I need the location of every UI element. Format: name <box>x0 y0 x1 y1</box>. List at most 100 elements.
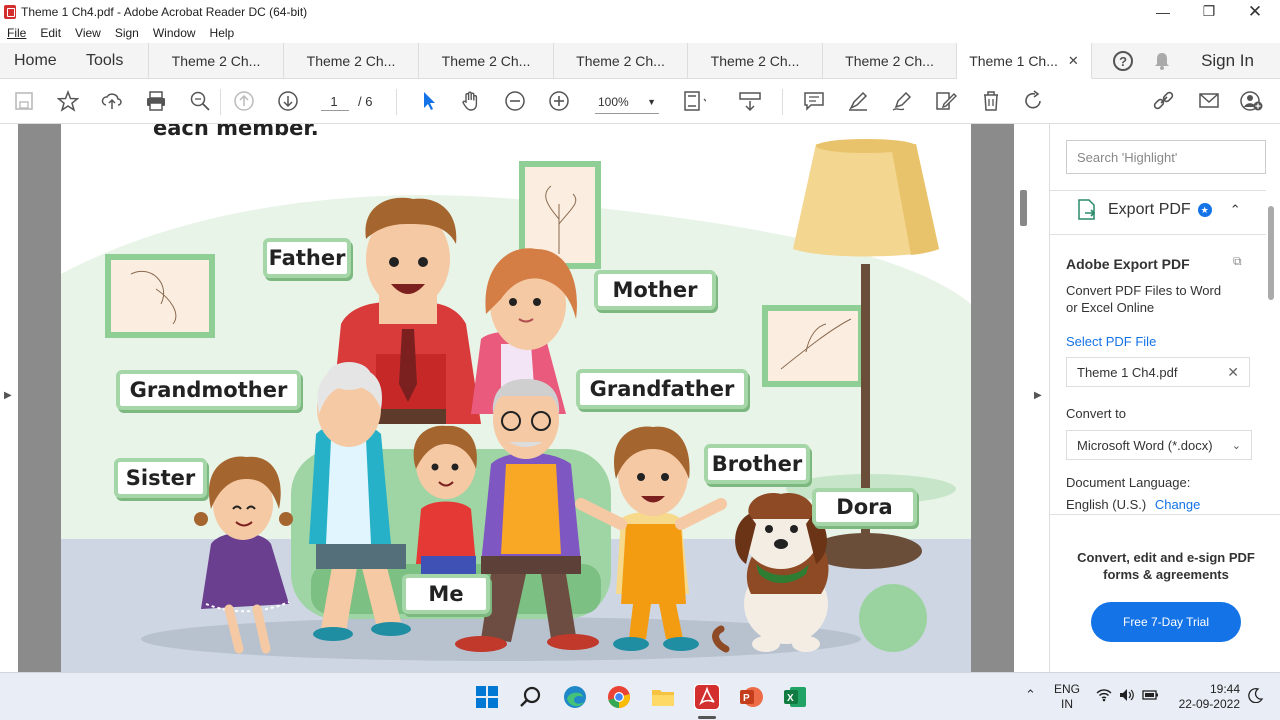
notification-bell-icon[interactable] <box>1153 51 1171 71</box>
show-hidden-icons-chevron-icon[interactable]: ⌃ <box>1025 687 1036 703</box>
rotate-icon[interactable] <box>1022 89 1046 113</box>
battery-icon[interactable] <box>1142 688 1160 707</box>
zoom-search-icon[interactable] <box>188 89 212 113</box>
premium-star-icon: ★ <box>1197 203 1212 217</box>
maximize-button[interactable]: ❐ <box>1186 0 1232 23</box>
help-icon[interactable]: ? <box>1113 51 1134 71</box>
label-father: Father <box>263 238 351 278</box>
add-user-icon[interactable] <box>1240 89 1264 113</box>
edge-browser-icon[interactable] <box>562 684 588 710</box>
doc-tab[interactable]: Theme 2 Ch... <box>284 43 419 79</box>
expand-left-panel-icon[interactable]: ▶ <box>4 390 12 401</box>
label-me: Me <box>402 574 490 614</box>
convert-format-select[interactable]: Microsoft Word (*.docx) ⌄ <box>1066 430 1252 460</box>
selected-file-name: Theme 1 Ch4.pdf <box>1077 364 1178 380</box>
draw-sign-icon[interactable] <box>890 89 914 113</box>
scroll-mode-icon[interactable] <box>738 89 762 113</box>
zoom-out-icon[interactable] <box>503 89 527 113</box>
select-cursor-icon[interactable] <box>416 89 440 113</box>
doc-tab[interactable]: Theme 2 Ch... <box>823 43 957 79</box>
email-icon[interactable] <box>1197 89 1221 113</box>
change-language-link[interactable]: Change <box>1155 497 1201 512</box>
edit-pdf-icon[interactable] <box>934 89 958 113</box>
label-dora: Dora <box>812 488 917 526</box>
wifi-icon[interactable] <box>1096 688 1112 705</box>
title-bar: Theme 1 Ch4.pdf - Adobe Acrobat Reader D… <box>0 0 1280 23</box>
doc-tab[interactable]: Theme 2 Ch... <box>554 43 688 79</box>
doc-tab[interactable]: Theme 2 Ch... <box>149 43 284 79</box>
scrollbar-thumb[interactable] <box>1020 190 1027 226</box>
label-grandmother: Grandmother <box>116 370 301 410</box>
lang-region: IN <box>1061 697 1073 711</box>
export-pdf-header[interactable]: Export PDF ★ ⌃ <box>1076 198 1241 222</box>
menu-file[interactable]: File <box>7 26 26 40</box>
clock[interactable]: 19:44 22-09-2022 <box>1170 682 1240 712</box>
upload-share-icon[interactable] <box>100 89 124 113</box>
volume-icon[interactable] <box>1119 688 1135 707</box>
print-icon[interactable] <box>144 89 168 113</box>
notifications-moon-icon[interactable] <box>1248 687 1264 708</box>
tab-tools[interactable]: Tools <box>72 43 149 79</box>
free-trial-button[interactable]: Free 7-Day Trial <box>1091 602 1241 642</box>
highlight-pen-icon[interactable] <box>846 89 870 113</box>
label-grandfather: Grandfather <box>576 369 748 409</box>
remove-file-icon[interactable]: ✕ <box>1227 364 1239 381</box>
close-tab-icon[interactable]: ✕ <box>1068 53 1079 69</box>
lang-primary: ENG <box>1053 682 1080 696</box>
tools-search-input[interactable]: Search 'Highlight' <box>1066 140 1266 174</box>
document-viewport[interactable]: ▶ each member. Father Mother Grandmother… <box>0 124 1049 672</box>
doc-tab[interactable]: Theme 2 Ch... <box>688 43 823 79</box>
menu-edit[interactable]: Edit <box>40 26 61 40</box>
menu-help[interactable]: Help <box>210 26 235 40</box>
save-icon[interactable] <box>12 89 36 113</box>
zoom-level-select[interactable]: 100% ▼ <box>592 91 662 113</box>
svg-text:X: X <box>787 693 794 704</box>
menu-view[interactable]: View <box>75 26 101 40</box>
pdf-page: each member. Father Mother Grandmother G… <box>61 124 971 672</box>
convert-to-label: Convert to <box>1066 406 1126 421</box>
tab-home[interactable]: Home <box>0 43 72 79</box>
excel-icon[interactable]: X <box>782 684 808 710</box>
chrome-browser-icon[interactable] <box>606 684 632 710</box>
zoom-in-icon[interactable] <box>547 89 571 113</box>
sign-in-button[interactable]: Sign In <box>1201 51 1254 71</box>
doc-language-value: English (U.S.) <box>1066 497 1147 512</box>
selected-file-box: Theme 1 Ch4.pdf ✕ <box>1066 357 1250 387</box>
acrobat-taskbar-icon[interactable] <box>694 684 720 710</box>
share-link-icon[interactable] <box>1152 89 1176 113</box>
copy-icon[interactable]: ⧉ <box>1233 254 1242 269</box>
doc-tab-active[interactable]: Theme 1 Ch... ✕ <box>957 43 1092 79</box>
doc-language-label: Document Language: <box>1066 475 1191 490</box>
doc-tab-active-label: Theme 1 Ch... <box>969 52 1058 69</box>
language-indicator[interactable]: ENG IN <box>1052 682 1082 712</box>
powerpoint-icon[interactable]: P <box>738 684 764 710</box>
search-icon[interactable] <box>518 684 544 710</box>
windows-start-icon[interactable] <box>474 684 500 710</box>
menu-window[interactable]: Window <box>153 26 196 40</box>
next-page-icon[interactable] <box>276 89 300 113</box>
select-pdf-file-link[interactable]: Select PDF File <box>1066 334 1156 349</box>
page-number-input[interactable]: 1 <box>318 91 350 111</box>
zoom-level-value: 100% <box>598 95 629 109</box>
panel-scrollbar-thumb[interactable] <box>1268 206 1274 300</box>
expand-right-panel-icon[interactable]: ▶ <box>1034 390 1042 401</box>
windows-taskbar: P X ⌃ ENG IN 19:44 22-09-2022 <box>0 672 1280 720</box>
left-panel-collapsed: ▶ <box>0 124 18 672</box>
minimize-button[interactable]: — <box>1140 0 1186 23</box>
export-description: Convert PDF Files to Word or Excel Onlin… <box>1066 283 1222 315</box>
collapse-chevron-icon[interactable]: ⌃ <box>1230 202 1241 218</box>
fit-page-icon[interactable] <box>682 89 706 113</box>
comment-icon[interactable] <box>802 89 826 113</box>
doc-tab[interactable]: Theme 2 Ch... <box>419 43 554 79</box>
delete-trash-icon[interactable] <box>979 89 1003 113</box>
document-scrollbar[interactable]: ▶ <box>1014 124 1049 672</box>
previous-page-icon[interactable] <box>232 89 256 113</box>
bookmark-star-icon[interactable] <box>56 89 80 113</box>
close-window-button[interactable]: ✕ <box>1232 0 1278 23</box>
page-heading-partial: each member. <box>153 124 319 140</box>
file-explorer-icon[interactable] <box>650 684 676 710</box>
tabbar-right: ? Sign In <box>1113 43 1280 79</box>
hand-tool-icon[interactable] <box>459 89 483 113</box>
menu-sign[interactable]: Sign <box>115 26 139 40</box>
chevron-down-icon: ⌄ <box>1231 439 1241 452</box>
